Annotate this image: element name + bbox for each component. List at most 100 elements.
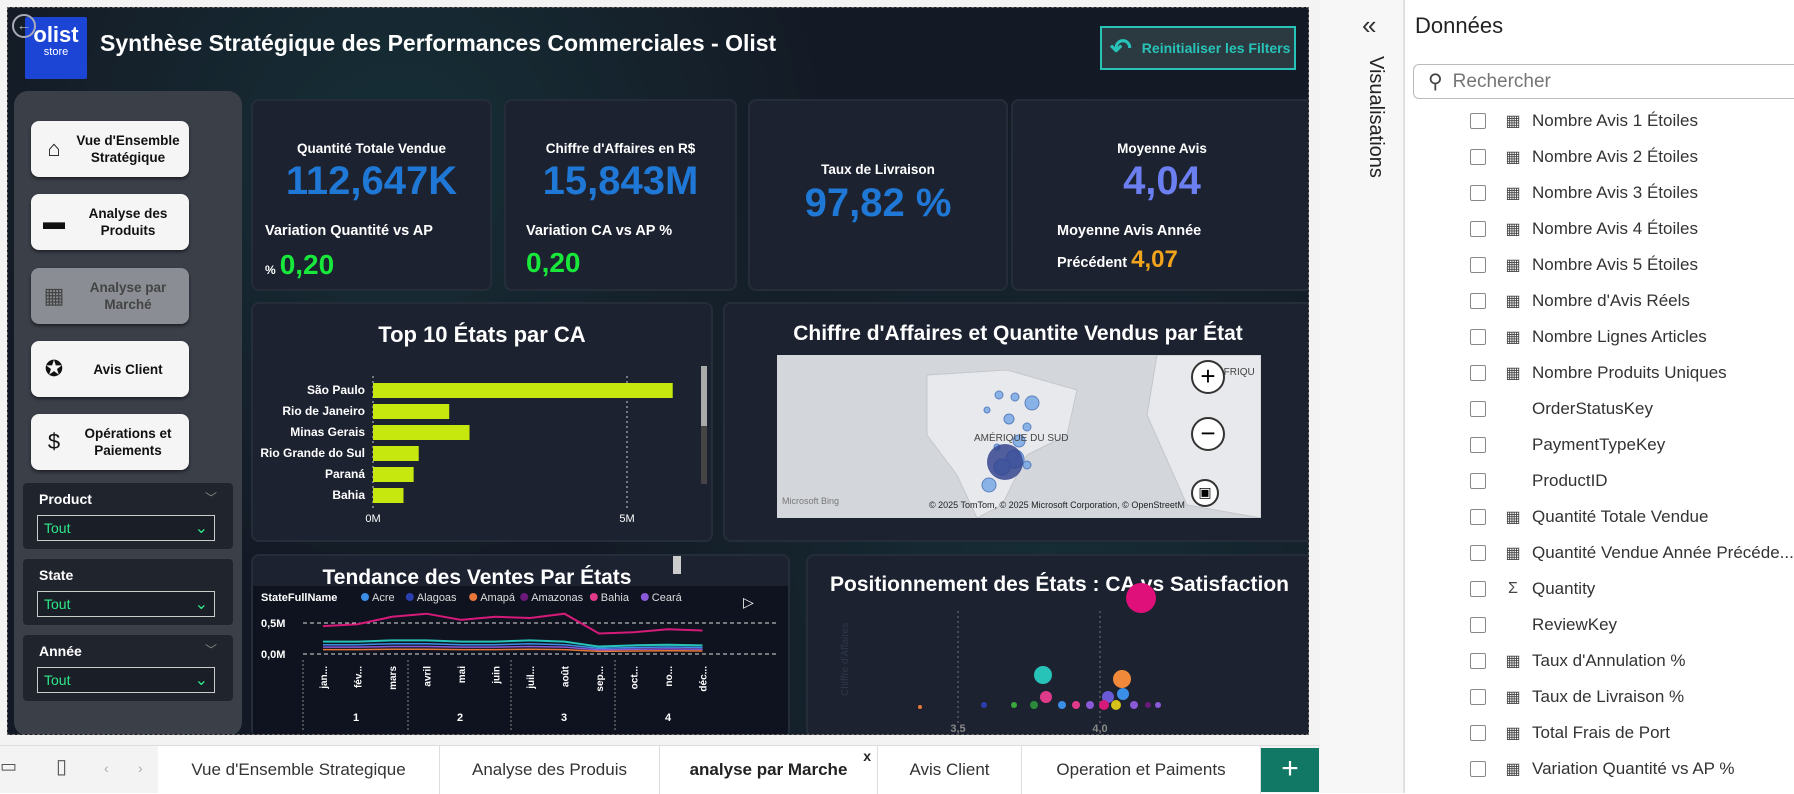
scatter-point[interactable] bbox=[1058, 701, 1066, 709]
field-item[interactable]: ▦ Taux de Livraison % bbox=[1470, 680, 1684, 714]
product-dropdown[interactable]: Tout ⌄ bbox=[37, 515, 215, 541]
nav-avis-client[interactable]: ✪ Avis Client bbox=[31, 341, 189, 397]
collapse-chevron-icon[interactable]: « bbox=[1362, 10, 1376, 41]
chevron-down-icon[interactable]: ﹀ bbox=[205, 641, 217, 658]
nav-analyse-produits[interactable]: ▬ Analyse des Produits bbox=[31, 194, 189, 250]
bar[interactable] bbox=[373, 467, 414, 482]
scatter-point[interactable] bbox=[1155, 702, 1161, 708]
map-visual[interactable]: AMÉRIQUE DU SUD AFRIQU Microsoft Bing © … bbox=[777, 355, 1261, 518]
field-item[interactable]: ▦ Nombre Avis 3 Étoiles bbox=[1470, 176, 1698, 210]
scatter-point[interactable] bbox=[918, 705, 922, 709]
kpi-card-ca[interactable]: Chiffre d'Affaires en R$ 15,843M Variati… bbox=[506, 101, 735, 289]
scatter-point[interactable] bbox=[1086, 701, 1094, 709]
scatter-point[interactable] bbox=[1117, 688, 1129, 700]
kpi-card-quantite[interactable]: Quantité Totale Vendue 112,647K Variatio… bbox=[253, 101, 490, 289]
scatter-point[interactable] bbox=[1111, 700, 1121, 710]
field-item[interactable]: ▦ Nombre Avis 2 Étoiles bbox=[1470, 140, 1698, 174]
tab-avis-client[interactable]: Avis Client bbox=[878, 746, 1022, 794]
scatter-point[interactable] bbox=[1126, 583, 1156, 613]
tab-next-icon[interactable]: › bbox=[138, 760, 143, 776]
field-checkbox[interactable] bbox=[1470, 221, 1486, 237]
nav-vue-ensemble[interactable]: ⌂ Vue d'Ensemble Stratégique bbox=[31, 121, 189, 177]
field-checkbox[interactable] bbox=[1470, 401, 1486, 417]
field-item[interactable]: ▦ Nombre Avis 4 Étoiles bbox=[1470, 212, 1698, 246]
field-item[interactable]: ▦ Quantité Vendue Année Précéde... bbox=[1470, 536, 1794, 570]
mobile-view-icon[interactable]: ▯ bbox=[56, 754, 67, 779]
bar[interactable] bbox=[373, 425, 470, 440]
field-checkbox[interactable] bbox=[1470, 725, 1486, 741]
scatter-point[interactable] bbox=[1145, 702, 1151, 708]
legend-label[interactable]: Amazonas bbox=[531, 592, 583, 604]
legend-label[interactable]: Amapá bbox=[480, 592, 516, 604]
field-checkbox[interactable] bbox=[1470, 149, 1486, 165]
legend-label[interactable]: Acre bbox=[372, 592, 395, 604]
field-checkbox[interactable] bbox=[1470, 509, 1486, 525]
field-checkbox[interactable] bbox=[1470, 617, 1486, 633]
tab-close-icon[interactable]: x bbox=[863, 748, 871, 764]
field-item[interactable]: ▦ Taux d'Annulation % bbox=[1470, 644, 1686, 678]
field-item[interactable]: ▦ Nombre Avis 5 Étoiles bbox=[1470, 248, 1698, 282]
state-dropdown[interactable]: Tout ⌄ bbox=[37, 591, 215, 617]
field-item[interactable]: ReviewKey bbox=[1470, 608, 1617, 642]
field-checkbox[interactable] bbox=[1470, 545, 1486, 561]
bar[interactable] bbox=[373, 404, 450, 419]
tab-analyse-marche[interactable]: analyse par Marche x bbox=[660, 746, 878, 794]
field-item[interactable]: ▦ Nombre Lignes Articles bbox=[1470, 320, 1707, 354]
field-item[interactable]: ▦ Quantité Totale Vendue bbox=[1470, 500, 1708, 534]
field-checkbox[interactable] bbox=[1470, 581, 1486, 597]
kpi-card-avis[interactable]: Moyenne Avis 4,04 Moyenne Avis Année Pré… bbox=[1013, 101, 1308, 289]
field-item[interactable]: OrderStatusKey bbox=[1470, 392, 1653, 426]
zoom-in-icon[interactable]: + bbox=[1191, 360, 1225, 394]
field-checkbox[interactable] bbox=[1470, 689, 1486, 705]
scatter-point[interactable] bbox=[1034, 666, 1052, 684]
line-chart-panel[interactable]: Tendance des Ventes Par États StateFullN… bbox=[253, 556, 788, 734]
field-checkbox[interactable] bbox=[1470, 257, 1486, 273]
field-checkbox[interactable] bbox=[1470, 653, 1486, 669]
field-checkbox[interactable] bbox=[1470, 185, 1486, 201]
scatter-point[interactable] bbox=[1011, 702, 1017, 708]
chevron-down-icon[interactable]: ﹀ bbox=[205, 489, 217, 506]
legend-label[interactable]: Bahia bbox=[601, 592, 630, 604]
map-panel[interactable]: Chiffre d'Affaires et Quantite Vendus pa… bbox=[725, 304, 1308, 540]
legend-next-icon[interactable]: ▷ bbox=[743, 594, 754, 611]
field-item[interactable]: ▦ Nombre Avis 1 Étoiles bbox=[1470, 104, 1698, 138]
scatter-point[interactable] bbox=[1072, 701, 1080, 709]
scatter-panel[interactable]: Positionnement des États : CA vs Satisfa… bbox=[808, 556, 1308, 734]
field-item[interactable]: ▦ Nombre d'Avis Réels bbox=[1470, 284, 1690, 318]
scroll-handle[interactable] bbox=[673, 556, 681, 574]
field-item[interactable]: ▦ Nombre Produits Uniques bbox=[1470, 356, 1727, 390]
field-checkbox[interactable] bbox=[1470, 293, 1486, 309]
field-checkbox[interactable] bbox=[1470, 437, 1486, 453]
reset-filters-button[interactable]: ↶ Reinitialiser les Filters bbox=[1100, 26, 1296, 70]
map-select-icon[interactable]: ▣ bbox=[1191, 479, 1219, 507]
field-item[interactable]: Σ Quantity bbox=[1470, 572, 1595, 606]
nav-analyse-marche[interactable]: ▦ Analyse par Marché bbox=[31, 268, 189, 324]
field-checkbox[interactable] bbox=[1470, 329, 1486, 345]
bar-chart-panel[interactable]: Top 10 États par CA São Paulo Rio de Jane… bbox=[253, 304, 711, 540]
desktop-view-icon[interactable]: ▭ bbox=[0, 756, 17, 777]
legend-label[interactable]: Ceará bbox=[652, 592, 683, 604]
field-checkbox[interactable] bbox=[1470, 365, 1486, 381]
bar[interactable] bbox=[373, 446, 419, 461]
scatter-point[interactable] bbox=[1030, 701, 1038, 709]
scatter-point[interactable] bbox=[1099, 700, 1109, 710]
zoom-out-icon[interactable]: − bbox=[1191, 417, 1225, 451]
scrollbar-thumb[interactable] bbox=[701, 366, 707, 426]
search-input[interactable] bbox=[1452, 70, 1753, 93]
bar[interactable] bbox=[373, 383, 673, 398]
field-checkbox[interactable] bbox=[1470, 761, 1486, 777]
nav-operations-paiements[interactable]: $ Opérations et Paiements bbox=[31, 414, 189, 470]
back-arrow-icon[interactable]: ← bbox=[12, 14, 36, 38]
scatter-point[interactable] bbox=[1130, 701, 1138, 709]
search-box[interactable]: ⚲ bbox=[1413, 64, 1794, 99]
scatter-point[interactable] bbox=[1040, 691, 1052, 703]
field-item[interactable]: ▦ Total Frais de Port bbox=[1470, 716, 1670, 750]
bar[interactable] bbox=[373, 488, 404, 503]
tab-vue-ensemble[interactable]: Vue d'Ensemble Strategique bbox=[158, 746, 440, 794]
visualisations-pane-collapsed[interactable]: « Visualisations bbox=[1320, 0, 1404, 793]
field-item[interactable]: ProductID bbox=[1470, 464, 1608, 498]
product-slicer[interactable]: Product ﹀ Tout ⌄ bbox=[23, 483, 233, 549]
tab-analyse-produits[interactable]: Analyse des Produis bbox=[440, 746, 660, 794]
field-checkbox[interactable] bbox=[1470, 473, 1486, 489]
annee-slicer[interactable]: Année ﹀ Tout ⌄ bbox=[23, 635, 233, 701]
